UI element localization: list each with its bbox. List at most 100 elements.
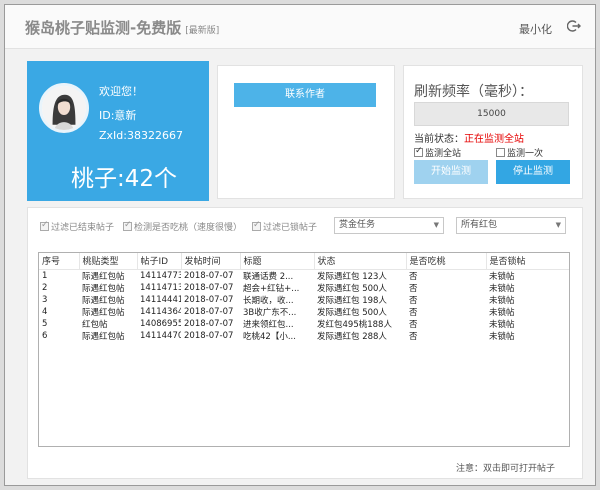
status-line: 当前状态：正在监测全站 [414, 130, 524, 145]
refresh-frequency-input[interactable]: 15000 [414, 102, 569, 126]
app-window: 猴岛桃子贴监测-免费版 [最新版] 最小化 欢迎您！ ID:意新 ZxId:383… [4, 4, 596, 486]
table-cell: 14114441 [140, 294, 181, 305]
table-row[interactable]: 4 际遇红包帖 14114364 2018-07-07 3B收广东不... 发际遇红包 5… [39, 306, 569, 318]
version-tag: [最新版] [185, 26, 220, 36]
column-header[interactable]: 桃贴类型 [79, 253, 138, 270]
app-title-text: 猴岛桃子贴监测-免费版 [25, 19, 182, 37]
check-eaten-checkbox[interactable]: 检测是否吃桃（速度很慢） [123, 220, 242, 233]
monitor-once-checkbox[interactable]: 监测一次 [496, 146, 543, 159]
table-cell: 2018-07-07 [184, 330, 234, 341]
check-eaten-check-box[interactable] [123, 220, 132, 231]
table-row[interactable]: 6 际遇红包帖 14114470 2018-07-07 吃桃42【小... 发际遇红包 2… [39, 330, 569, 342]
avatar-image [42, 86, 86, 130]
table-cell: 吃桃42【小... [243, 331, 296, 342]
chevron-down-icon: ▼ [433, 221, 439, 229]
app-title: 猴岛桃子贴监测-免费版 [最新版] [25, 17, 219, 38]
stop-monitor-button[interactable]: 停止监测 [496, 160, 570, 184]
table-cell: 发际遇红包 500人 [317, 307, 387, 318]
table-cell: 14114470 [140, 330, 181, 341]
monitor-all-check-box[interactable] [414, 146, 423, 157]
table-cell: 2018-07-07 [184, 294, 234, 305]
task-type-value: 赏金任务 [339, 220, 376, 230]
table-cell: 否 [409, 271, 418, 282]
table-cell: 2018-07-07 [184, 270, 234, 281]
zxid-text: ZxId:38322667 [99, 129, 183, 142]
table-row[interactable]: 5 红包帖 14086955 2018-07-07 进来领红包... 发红包495桃188… [39, 318, 569, 330]
peach-count: 桃子:42个 [71, 166, 178, 192]
table-cell: 2 [42, 282, 48, 293]
minimize-button[interactable]: 最小化 [519, 21, 552, 37]
redpack-type-value: 所有红包 [461, 220, 498, 230]
table-cell: 否 [409, 307, 418, 318]
status-label: 当前状态： [414, 134, 464, 145]
table-cell: 14114773 [140, 270, 181, 281]
task-type-select[interactable]: 赏金任务 ▼ [334, 217, 444, 234]
table-cell: 超会+红钻+... [243, 283, 300, 294]
filter-locked-label: 过滤已锁帖子 [263, 223, 318, 233]
table-row[interactable]: 2 际遇红包帖 14114713 2018-07-07 超会+红钻+... 发际遇红包 5… [39, 282, 569, 294]
exit-icon[interactable] [567, 19, 581, 33]
table-cell: 未锁帖 [489, 283, 515, 294]
table-cell: 红包帖 [82, 319, 108, 330]
check-eaten-label: 检测是否吃桃（速度很慢） [134, 223, 243, 233]
column-header[interactable]: 序号 [39, 253, 80, 270]
table-cell: 未锁帖 [489, 331, 515, 342]
refresh-frequency-label: 刷新频率（毫秒）： [414, 84, 533, 100]
monitor-panel: 刷新频率（毫秒）： 15000 当前状态：正在监测全站 监测全站 监测一次 开始… [403, 65, 583, 199]
column-header[interactable]: 发帖时间 [181, 253, 241, 270]
user-card: 欢迎您！ ID:意新 ZxId:38322667 桃子:42个 [27, 61, 209, 201]
column-header[interactable]: 是否锁帖 [486, 253, 569, 270]
table-cell: 发际遇红包 500人 [317, 283, 387, 294]
table-cell: 长期收，收... [243, 295, 294, 306]
table-cell: 3 [42, 294, 48, 305]
table-cell: 否 [409, 295, 418, 306]
column-header[interactable]: 是否吃桃 [406, 253, 487, 270]
table-cell: 未锁帖 [489, 295, 515, 306]
table-cell: 否 [409, 331, 418, 342]
chevron-down-icon: ▼ [555, 221, 561, 229]
table-cell: 3B收广东不... [243, 307, 297, 318]
table-row[interactable]: 1 际遇红包帖 14114773 2018-07-07 联通话费 2... 发际遇红包 1… [39, 269, 569, 282]
posts-table[interactable]: 序号 桃贴类型 帖子ID 发帖时间 标题 状态 是否吃桃 是否锁帖 1 际遇红包帖 1411477… [38, 252, 570, 447]
table-cell: 发际遇红包 288人 [317, 331, 387, 342]
filter-locked-checkbox[interactable]: 过滤已锁帖子 [252, 220, 317, 233]
filter-ended-checkbox[interactable]: 过滤已结束帖子 [40, 220, 114, 233]
monitor-all-checkbox[interactable]: 监测全站 [414, 146, 461, 159]
contact-panel: 联系作者 [217, 65, 395, 199]
welcome-text: 欢迎您！ [99, 85, 143, 98]
monitor-once-check-box[interactable] [496, 148, 505, 157]
column-header[interactable]: 状态 [314, 253, 407, 270]
contact-author-button[interactable]: 联系作者 [234, 83, 376, 107]
table-cell: 发际遇红包 198人 [317, 295, 387, 306]
table-header-row: 序号 桃贴类型 帖子ID 发帖时间 标题 状态 是否吃桃 是否锁帖 [39, 253, 569, 270]
table-cell: 否 [409, 283, 418, 294]
table-row[interactable]: 3 际遇红包帖 14114441 2018-07-07 长期收，收... 发际遇红包 19… [39, 294, 569, 306]
filter-locked-check-box[interactable] [252, 220, 261, 231]
table-cell: 6 [42, 330, 48, 341]
title-bar: 猴岛桃子贴监测-免费版 [最新版] 最小化 [5, 5, 595, 49]
table-cell: 未锁帖 [489, 307, 515, 318]
table-cell: 际遇红包帖 [82, 331, 125, 342]
table-cell: 14114713 [140, 282, 181, 293]
table-cell: 4 [42, 306, 48, 317]
monitor-all-label: 监测全站 [425, 149, 462, 159]
table-cell: 未锁帖 [489, 271, 515, 282]
table-cell: 际遇红包帖 [82, 271, 125, 282]
table-cell: 际遇红包帖 [82, 283, 125, 294]
table-cell: 2018-07-07 [184, 318, 234, 329]
start-monitor-button[interactable]: 开始监测 [414, 160, 488, 184]
table-cell: 际遇红包帖 [82, 295, 125, 306]
redpack-type-select[interactable]: 所有红包 ▼ [456, 217, 566, 234]
status-value: 正在监测全站 [464, 134, 524, 145]
monitor-once-label: 监测一次 [507, 149, 544, 159]
table-cell: 发际遇红包 123人 [317, 271, 387, 282]
avatar [39, 83, 89, 133]
table-cell: 发红包495桃188人 [317, 319, 392, 330]
table-cell: 际遇红包帖 [82, 307, 125, 318]
table-cell: 进来领红包... [243, 319, 294, 330]
column-header[interactable]: 标题 [240, 253, 315, 270]
column-header[interactable]: 帖子ID [137, 253, 182, 270]
filter-ended-check-box[interactable] [40, 220, 49, 231]
filter-ended-label: 过滤已结束帖子 [51, 223, 115, 233]
table-cell: 5 [42, 318, 48, 329]
